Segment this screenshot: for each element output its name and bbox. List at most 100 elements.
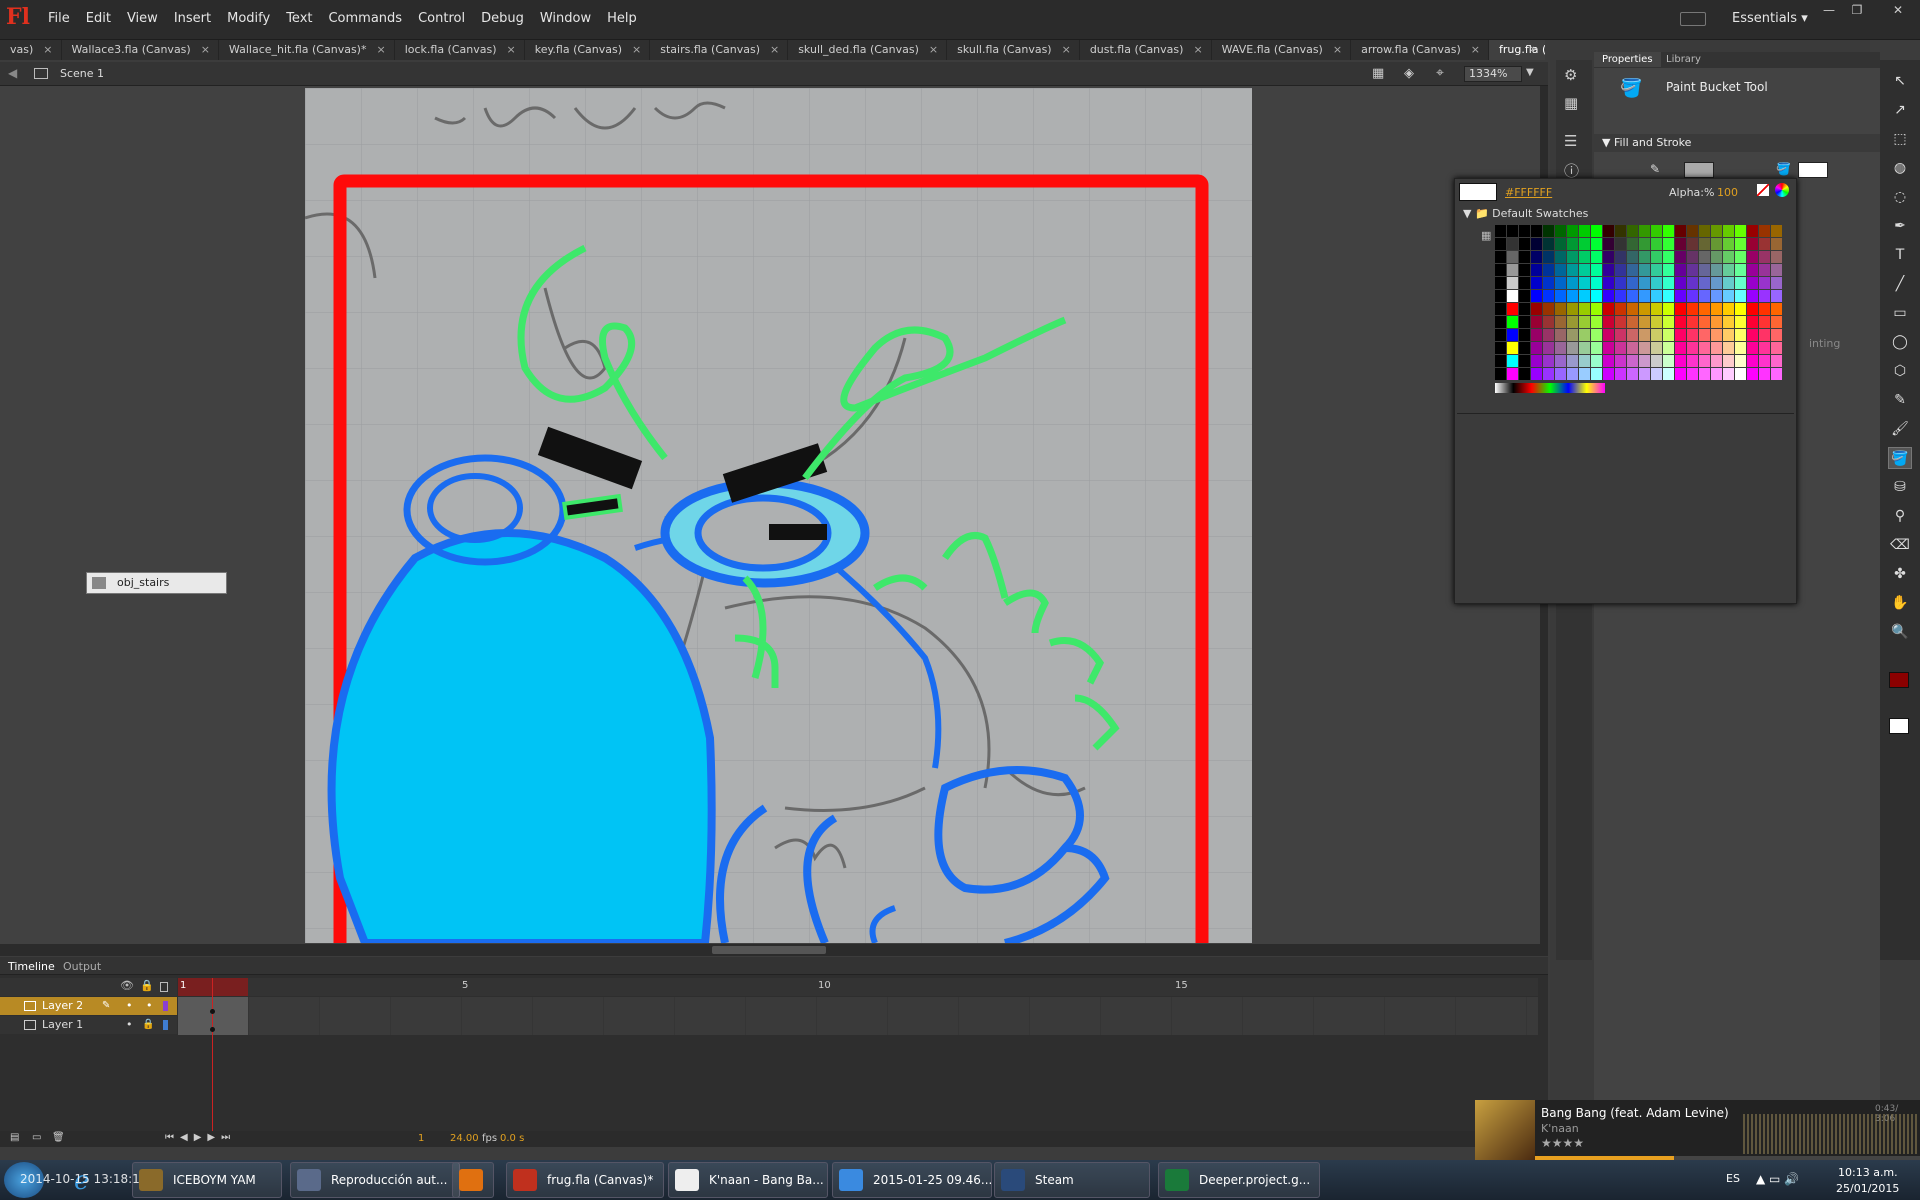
color-swatch[interactable]	[1735, 290, 1746, 302]
color-swatch[interactable]	[1627, 368, 1638, 380]
color-swatch[interactable]	[1699, 368, 1710, 380]
color-swatch[interactable]	[1675, 251, 1686, 263]
color-swatch[interactable]	[1747, 316, 1758, 328]
color-swatch[interactable]	[1735, 329, 1746, 341]
zoom-dropdown-icon[interactable]: ▼	[1526, 67, 1534, 78]
free-transform-tool-icon[interactable]: ⬚	[1888, 128, 1912, 150]
color-swatch[interactable]	[1663, 225, 1674, 237]
color-swatch[interactable]	[1747, 290, 1758, 302]
color-swatch[interactable]	[1507, 225, 1518, 237]
3d-rotation-tool-icon[interactable]: ◍	[1888, 157, 1912, 179]
color-swatch[interactable]	[1579, 238, 1590, 250]
color-swatch[interactable]	[1603, 368, 1614, 380]
new-layer-icon[interactable]: ▤	[10, 1132, 19, 1143]
gradient-swatches[interactable]	[1495, 383, 1605, 393]
color-swatch[interactable]	[1723, 368, 1734, 380]
color-swatch[interactable]	[1603, 264, 1614, 276]
color-swatch[interactable]	[1603, 329, 1614, 341]
fill-color-icon[interactable]: 🪣	[1776, 162, 1791, 176]
color-swatch[interactable]	[1663, 251, 1674, 263]
line-tool-icon[interactable]: ╱	[1888, 273, 1912, 295]
color-swatch[interactable]	[1663, 342, 1674, 354]
color-swatch[interactable]	[1723, 251, 1734, 263]
color-swatch[interactable]	[1711, 368, 1722, 380]
taskbar-item[interactable]: K'naan - Bang Ba...	[668, 1162, 828, 1198]
menu-insert[interactable]: Insert	[166, 11, 219, 26]
color-swatch[interactable]	[1687, 238, 1698, 250]
color-swatch[interactable]	[1699, 251, 1710, 263]
scene-label[interactable]: Scene 1	[60, 67, 104, 80]
color-swatch[interactable]	[1639, 277, 1650, 289]
color-swatch[interactable]	[1555, 264, 1566, 276]
taskbar-item[interactable]: ICEBOYM YAM	[132, 1162, 282, 1198]
color-swatch[interactable]	[1663, 303, 1674, 315]
color-swatch[interactable]	[1735, 342, 1746, 354]
center-stage-icon[interactable]: ⌖	[1436, 65, 1444, 81]
eraser-tool-icon[interactable]: ⌫	[1888, 534, 1912, 556]
color-swatch[interactable]	[1507, 264, 1518, 276]
color-swatch[interactable]	[1747, 355, 1758, 367]
color-swatch[interactable]	[1711, 329, 1722, 341]
tab-library[interactable]: Library	[1666, 54, 1701, 65]
color-swatch[interactable]	[1567, 342, 1578, 354]
color-swatch[interactable]	[1651, 316, 1662, 328]
color-swatch[interactable]	[1567, 290, 1578, 302]
color-swatch[interactable]	[1555, 225, 1566, 237]
color-swatch[interactable]	[1627, 290, 1638, 302]
color-swatch[interactable]	[1591, 238, 1602, 250]
color-swatch[interactable]	[1759, 251, 1770, 263]
document-tab[interactable]: dust.fla (Canvas) ×	[1080, 40, 1212, 60]
color-swatch[interactable]	[1771, 355, 1782, 367]
color-swatch[interactable]	[1531, 251, 1542, 263]
scrollbar-thumb[interactable]	[712, 946, 826, 954]
rectangle-tool-icon[interactable]: ▭	[1888, 302, 1912, 324]
color-swatch[interactable]	[1579, 251, 1590, 263]
color-swatch[interactable]	[1771, 329, 1782, 341]
close-tab-icon[interactable]: ×	[1333, 43, 1342, 56]
color-swatch[interactable]	[1639, 290, 1650, 302]
fill-stroke-header[interactable]: ▼ Fill and Stroke	[1594, 134, 1880, 152]
no-color-icon[interactable]	[1757, 184, 1769, 196]
color-swatch[interactable]	[1543, 368, 1554, 380]
fill-color-well[interactable]	[1889, 718, 1909, 734]
close-tab-icon[interactable]: ×	[1471, 43, 1480, 56]
color-swatch[interactable]	[1531, 316, 1542, 328]
menu-debug[interactable]: Debug	[473, 11, 532, 26]
color-swatch[interactable]	[1687, 355, 1698, 367]
color-swatch[interactable]	[1675, 238, 1686, 250]
polystar-tool-icon[interactable]: ⬡	[1888, 360, 1912, 382]
color-swatch[interactable]	[1759, 329, 1770, 341]
menu-edit[interactable]: Edit	[78, 11, 119, 26]
stroke-color-icon[interactable]: ✎	[1650, 162, 1660, 176]
color-swatch[interactable]	[1507, 329, 1518, 341]
color-swatch[interactable]	[1531, 329, 1542, 341]
color-swatch[interactable]	[1543, 225, 1554, 237]
library-object-label[interactable]: obj_stairs	[86, 572, 227, 594]
color-swatch[interactable]	[1663, 238, 1674, 250]
color-swatch[interactable]	[1627, 277, 1638, 289]
lock-icon[interactable]: 🔒	[142, 1016, 154, 1034]
delete-layer-icon[interactable]: 🗑	[52, 1132, 65, 1143]
color-swatch[interactable]	[1531, 290, 1542, 302]
new-folder-icon[interactable]: ▭	[32, 1132, 41, 1143]
color-swatch[interactable]	[1567, 277, 1578, 289]
color-swatch[interactable]	[1723, 264, 1734, 276]
paint-bucket-tool-icon[interactable]: 🪣	[1888, 447, 1912, 469]
color-swatch[interactable]	[1519, 329, 1530, 341]
menu-file[interactable]: File	[40, 11, 78, 26]
stroke-color-swatch[interactable]	[1684, 162, 1714, 178]
fps-value[interactable]: 24.00	[450, 1133, 479, 1144]
grid-view-icon[interactable]: ▦	[1481, 229, 1491, 242]
color-swatch[interactable]	[1519, 251, 1530, 263]
close-tab-icon[interactable]: ×	[770, 43, 779, 56]
taskbar-item[interactable]: Steam	[994, 1162, 1150, 1198]
color-swatch[interactable]	[1663, 316, 1674, 328]
color-swatch[interactable]	[1639, 342, 1650, 354]
color-swatch[interactable]	[1627, 329, 1638, 341]
color-swatch[interactable]	[1543, 316, 1554, 328]
color-swatch[interactable]	[1771, 290, 1782, 302]
color-swatch[interactable]	[1531, 355, 1542, 367]
color-swatch[interactable]	[1579, 329, 1590, 341]
sync-icon[interactable]	[1680, 12, 1706, 26]
color-swatch[interactable]	[1627, 316, 1638, 328]
